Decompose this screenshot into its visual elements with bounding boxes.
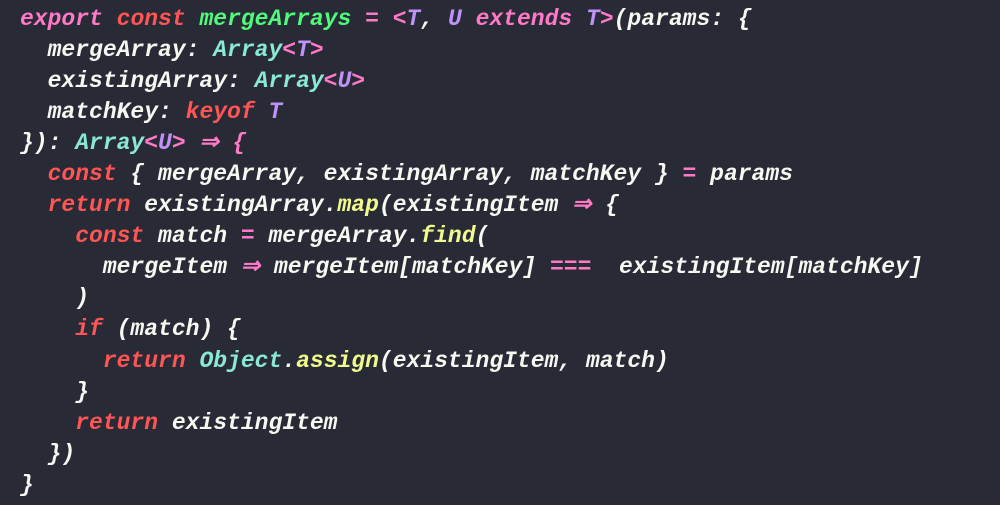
code-block: export const mergeArrays = <T, U extends… xyxy=(0,0,1000,505)
colon-brace: : { xyxy=(710,6,751,32)
type-array: Array xyxy=(255,68,324,94)
angle-bracket: > xyxy=(172,130,186,156)
angle-bracket: < xyxy=(324,68,338,94)
line-5: }): Array<U> ⇒ { xyxy=(20,130,246,156)
line-11: if (match) { xyxy=(20,316,241,342)
comma: , xyxy=(420,6,448,32)
angle-bracket: > xyxy=(310,37,324,63)
type-array: Array xyxy=(213,37,282,63)
close-brace: } xyxy=(20,472,34,498)
prop-key: mergeArray xyxy=(48,37,186,63)
line-6: const { mergeArray, existingArray, match… xyxy=(20,161,793,187)
operator: = xyxy=(683,161,697,187)
type-array: Array xyxy=(75,130,144,156)
paren: ( xyxy=(614,6,628,32)
line-8: const match = mergeArray.find( xyxy=(20,223,489,249)
line-2: mergeArray: Array<T> xyxy=(20,37,324,63)
arrow: ⇒ { xyxy=(186,130,247,156)
operator: = xyxy=(241,223,269,249)
keyword-extends: extends xyxy=(476,6,573,32)
line-15: }) xyxy=(20,441,75,467)
line-13: } xyxy=(20,379,89,405)
prop-key: matchKey xyxy=(48,99,158,125)
angle-bracket: > xyxy=(600,6,614,32)
dot: . xyxy=(324,192,338,218)
line-7: return existingArray.map(existingItem ⇒ … xyxy=(20,192,619,218)
keyword-const: const xyxy=(75,223,144,249)
operator-eq: === xyxy=(550,254,591,280)
angle-bracket: < xyxy=(393,6,407,32)
dot: . xyxy=(282,348,296,374)
line-9: mergeItem ⇒ mergeItem[matchKey] === exis… xyxy=(20,254,923,280)
keyword-keyof: keyof xyxy=(186,99,255,125)
object-global: Object xyxy=(186,348,283,374)
variable: existingArray xyxy=(130,192,323,218)
condition: (match) { xyxy=(103,316,241,342)
prop-key: existingArray xyxy=(48,68,227,94)
colon: : xyxy=(158,99,186,125)
keyword-if: if xyxy=(75,316,103,342)
expression: existingItem[matchKey] xyxy=(591,254,922,280)
method-assign: assign xyxy=(296,348,379,374)
type-param: U xyxy=(158,130,172,156)
operator: = xyxy=(351,6,392,32)
variable: existingItem xyxy=(158,410,337,436)
type-param: T xyxy=(296,37,310,63)
line-1: export const mergeArrays = <T, U extends… xyxy=(20,6,752,32)
method-map: map xyxy=(337,192,378,218)
keyword-export: export xyxy=(20,6,103,32)
arrow: ⇒ xyxy=(241,254,260,280)
keyword-return: return xyxy=(75,410,158,436)
arrow: ⇒ xyxy=(572,192,591,218)
brace: { xyxy=(591,192,619,218)
type-param: T xyxy=(407,6,421,32)
keyword-return: return xyxy=(103,348,186,374)
type-param: T xyxy=(268,99,282,125)
type-param: U xyxy=(337,68,351,94)
colon: : xyxy=(227,68,255,94)
keyword-const: const xyxy=(117,6,186,32)
type-param: T xyxy=(586,6,600,32)
line-10: ) xyxy=(20,285,89,311)
line-16: } xyxy=(20,472,34,498)
var-params: params xyxy=(696,161,793,187)
keyword-const: const xyxy=(48,161,117,187)
paren: ( xyxy=(476,223,490,249)
close-brace: }): xyxy=(20,130,75,156)
line-4: matchKey: keyof T xyxy=(20,99,282,125)
type-param: U xyxy=(448,6,462,32)
param-name: params xyxy=(627,6,710,32)
args: (existingItem, match) xyxy=(379,348,669,374)
angle-bracket: < xyxy=(144,130,158,156)
line-14: return existingItem xyxy=(20,410,337,436)
function-name: mergeArrays xyxy=(199,6,351,32)
colon: : xyxy=(186,37,214,63)
close-paren: ) xyxy=(75,285,89,311)
destructure: { mergeArray, existingArray, matchKey } xyxy=(117,161,683,187)
line-12: return Object.assign(existingItem, match… xyxy=(20,348,669,374)
expression: mergeItem[matchKey] xyxy=(260,254,550,280)
line-3: existingArray: Array<U> xyxy=(20,68,365,94)
param: mergeItem xyxy=(103,254,241,280)
keyword-return: return xyxy=(48,192,131,218)
angle-bracket: < xyxy=(282,37,296,63)
paren-param: (existingItem xyxy=(379,192,572,218)
close-brace-paren: }) xyxy=(48,441,76,467)
variable: mergeArray xyxy=(268,223,406,249)
close-brace: } xyxy=(75,379,89,405)
method-find: find xyxy=(420,223,475,249)
dot: . xyxy=(407,223,421,249)
var-match: match xyxy=(144,223,241,249)
angle-bracket: > xyxy=(351,68,365,94)
